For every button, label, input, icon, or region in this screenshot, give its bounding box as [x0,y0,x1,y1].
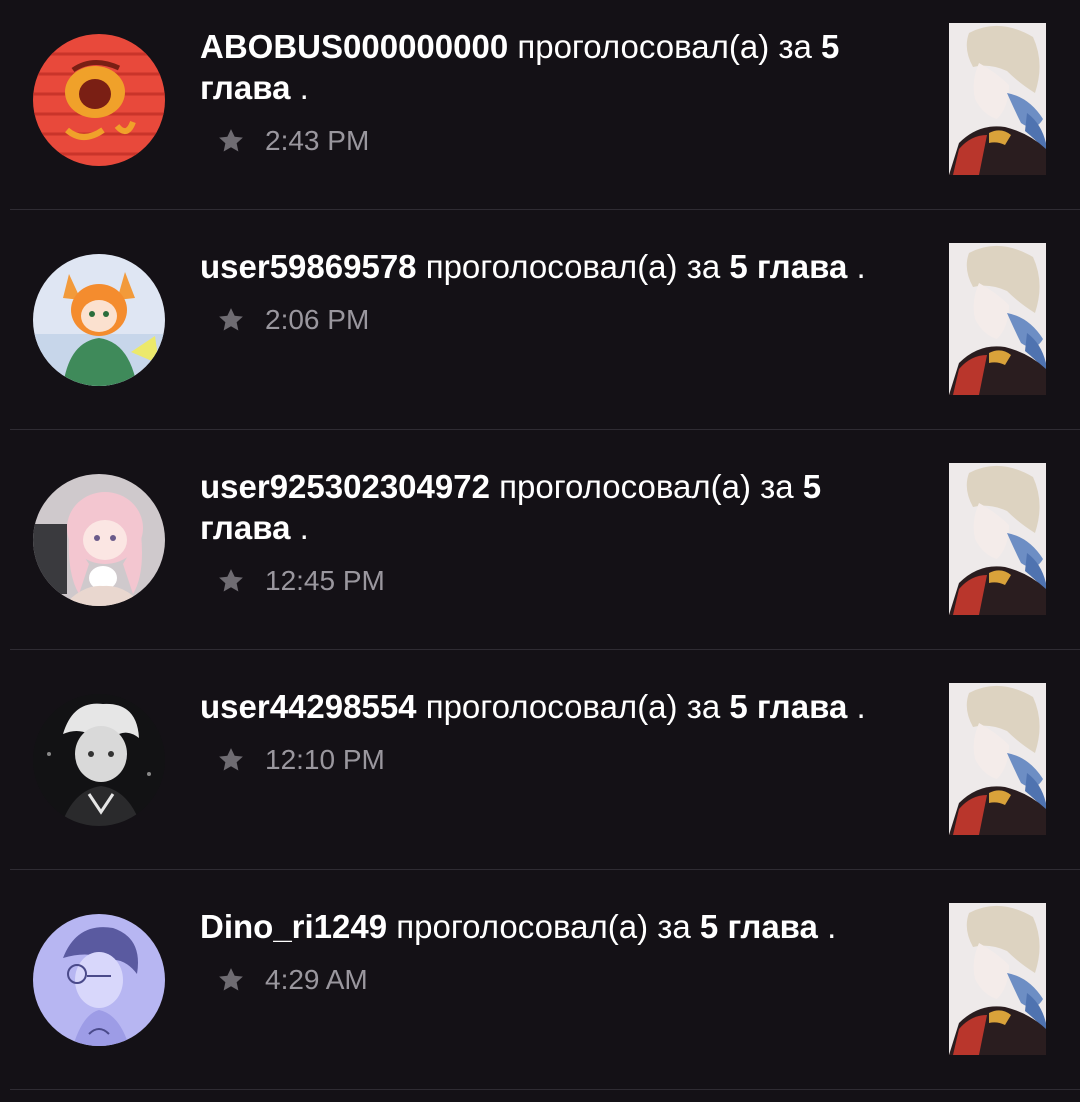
star-icon [219,968,243,991]
action-text: проголосовал(а) за [517,28,812,65]
chapter-link[interactable]: 5 глава [700,908,818,945]
notification-meta: 12:45 PM [216,565,385,597]
star-icon [219,129,243,152]
story-cover-thumbnail[interactable] [949,23,1046,175]
divider [10,1089,1080,1090]
user-avatar[interactable] [33,914,165,1046]
timestamp: 12:10 PM [265,744,385,775]
timestamp: 4:29 AM [265,964,368,995]
trailing-dot: . [856,248,866,285]
star-icon [219,569,243,592]
notification-item[interactable]: ABOBUS000000000 проголосовал(а) за 5 гла… [0,0,1080,220]
notification-list: ABOBUS000000000 проголосовал(а) за 5 гла… [0,0,1080,1102]
trailing-dot: . [856,688,866,725]
timestamp: 2:06 PM [265,304,370,335]
star-icon [219,748,243,771]
trailing-dot: . [827,908,837,945]
user-avatar[interactable] [33,694,165,826]
divider [10,649,1080,650]
trailing-dot: . [299,509,309,546]
notification-item[interactable]: user925302304972 проголосовал(а) за 5 гл… [0,440,1080,660]
notification-meta: 4:29 AM [216,964,368,996]
story-cover-thumbnail[interactable] [949,683,1046,835]
notification-meta: 2:06 PM [216,304,369,336]
notification-text: user44298554 проголосовал(а) за 5 глава … [200,686,920,727]
user-avatar[interactable] [33,254,165,386]
divider [10,869,1080,870]
action-text: проголосовал(а) за [396,908,691,945]
user-avatar[interactable] [33,474,165,606]
notification-meta: 12:10 PM [216,744,385,776]
story-cover-thumbnail[interactable] [949,903,1046,1055]
divider [10,209,1080,210]
timestamp: 12:45 PM [265,565,385,596]
username-link[interactable]: user44298554 [200,688,417,725]
username-link[interactable]: ABOBUS000000000 [200,28,508,65]
action-text: проголосовал(а) за [425,688,721,725]
action-text: проголосовал(а) за [499,468,794,505]
username-link[interactable]: Dino_ri1249 [200,908,387,945]
username-link[interactable]: user59869578 [200,248,417,285]
user-avatar[interactable] [33,34,165,166]
notification-item[interactable]: user59869578 проголосовал(а) за 5 глава … [0,220,1080,440]
story-cover-thumbnail[interactable] [949,243,1046,395]
divider [10,429,1080,430]
chapter-link[interactable]: 5 глава [729,248,847,285]
notification-item[interactable]: user44298554 проголосовал(а) за 5 глава … [0,660,1080,880]
story-cover-thumbnail[interactable] [949,463,1046,615]
notification-text: user925302304972 проголосовал(а) за 5 гл… [200,466,920,548]
action-text: проголосовал(а) за [425,248,721,285]
notification-text: user59869578 проголосовал(а) за 5 глава … [200,246,920,287]
notification-text: Dino_ri1249 проголосовал(а) за 5 глава . [200,906,920,947]
notification-item[interactable]: Dino_ri1249 проголосовал(а) за 5 глава .… [0,880,1080,1100]
notification-meta: 2:43 PM [216,125,369,157]
star-icon [219,308,243,331]
username-link[interactable]: user925302304972 [200,468,490,505]
notification-text: ABOBUS000000000 проголосовал(а) за 5 гла… [200,26,920,108]
trailing-dot: . [299,69,309,106]
timestamp: 2:43 PM [265,125,370,156]
chapter-link[interactable]: 5 глава [729,688,847,725]
